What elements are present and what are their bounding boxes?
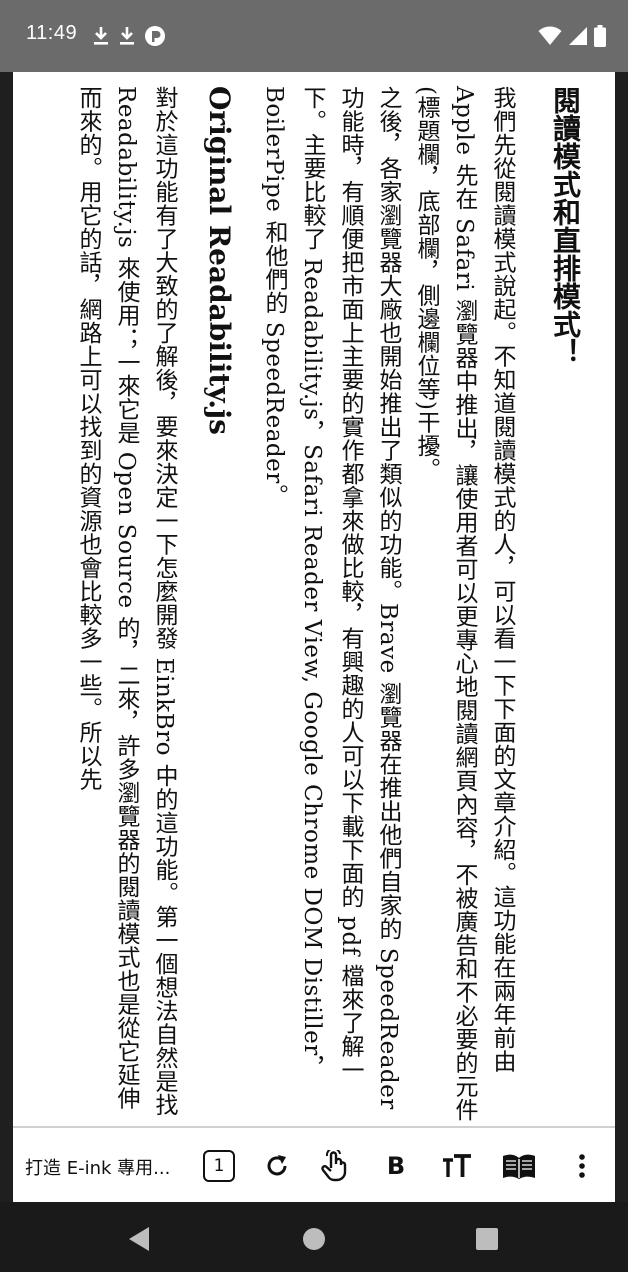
app-notification-icon [145,26,165,46]
more-options-button[interactable] [567,1148,597,1184]
bold-label: B [386,1152,406,1180]
navigation-bar [0,1202,628,1272]
font-size-button[interactable] [439,1148,475,1184]
more-vert-icon [579,1154,585,1178]
reader-mode-button[interactable] [499,1148,539,1184]
article-heading: 閱讀模式和直排模式！ [549,86,582,366]
refresh-icon [267,1155,287,1176]
back-icon[interactable] [127,1226,151,1252]
touch-icon [321,1150,347,1182]
cell-signal-icon [569,27,587,45]
article-body: 閱讀模式和直排模式！ 我們先從閱讀模式說起。不知道閱讀模式的人，可以看一下下面的… [69,86,587,1126]
battery-icon [594,25,606,47]
article-paragraph: 對於這功能有了大致的了解後，要來決定一下怎麼開發 EinkBro 中的這功能。第… [75,86,177,1117]
download-icon [94,27,108,45]
tab-count-button[interactable]: 1 [201,1148,237,1184]
bottom-toolbar: 打造 E-ink 專用... 1 B [13,1126,615,1204]
status-notification-icons [92,22,166,50]
tab-title[interactable]: 打造 E-ink 專用... [25,1154,170,1180]
status-bar: 11:49 [0,0,628,72]
refresh-button[interactable] [259,1148,295,1184]
wifi-icon [538,26,562,45]
article-paragraph: 之後，各家瀏覽器大廠也開始推出了類似的功能。Brave 瀏覽器在推出他們自家的 … [261,86,401,1110]
article-subheading: Original Readability.js [203,86,236,435]
reader-page[interactable]: 閱讀模式和直排模式！ 我們先從閱讀模式說起。不知道閱讀模式的人，可以看一下下面的… [13,72,615,1126]
font-size-icon [443,1154,471,1177]
status-system-icons [538,24,606,48]
download-icon [120,27,134,45]
bold-font-button[interactable]: B [381,1148,411,1184]
book-icon [503,1154,535,1179]
tab-count: 1 [203,1150,235,1182]
status-time: 11:49 [26,22,78,44]
touch-mode-button[interactable] [315,1148,353,1184]
article-paragraph: 我們先從閱讀模式說起。不知道閱讀模式的人，可以看一下下面的文章介紹。這功能在兩年… [413,86,515,1122]
home-icon[interactable] [302,1227,326,1251]
recents-icon[interactable] [476,1228,498,1250]
